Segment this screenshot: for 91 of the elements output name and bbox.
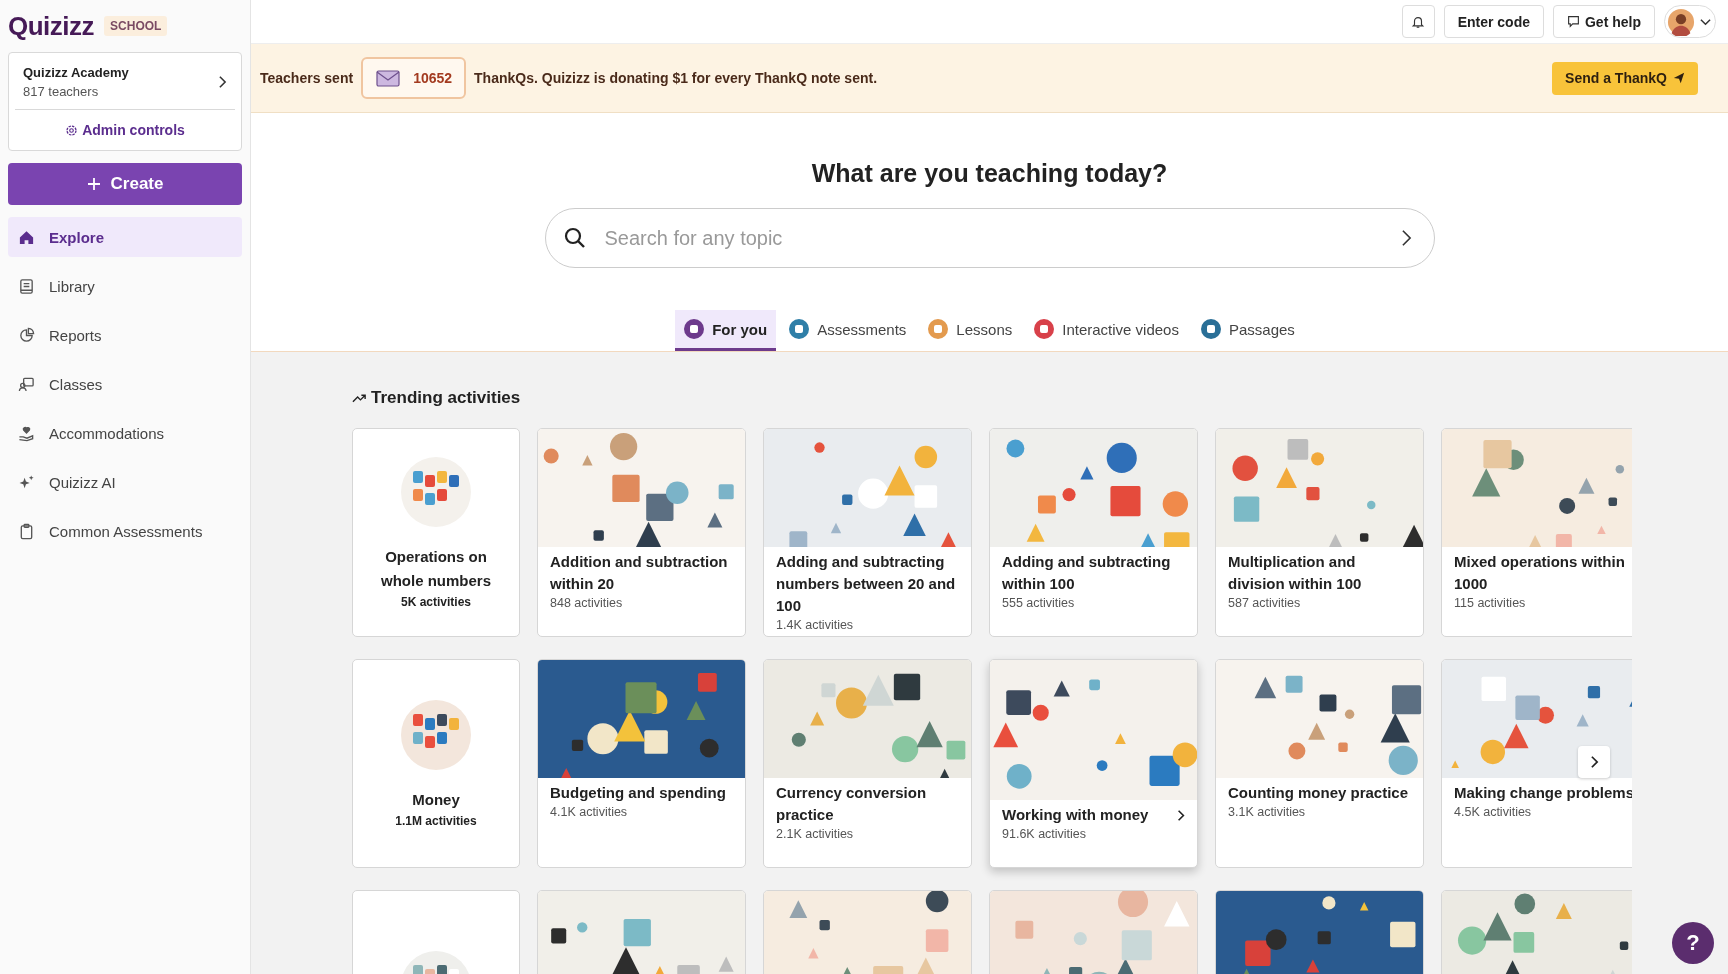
activity-title: Adding and subtracting numbers between 20 and 100 — [776, 552, 957, 616]
activity-card[interactable]: Money 1.1M activities — [352, 659, 520, 868]
topic-title: Operations on whole numbers — [380, 546, 492, 591]
send-thankq-button[interactable]: Send a ThankQ — [1552, 61, 1698, 95]
activity-card[interactable]: Multiplication and division within 100 587 activities — [1215, 428, 1424, 637]
tab-icon — [1200, 319, 1221, 339]
activity-count: 3.1K activities — [1228, 805, 1307, 819]
activity-card[interactable]: Counting money practice 3.1K activities — [1215, 659, 1424, 868]
chevron-right-icon — [218, 75, 227, 89]
activity-count: 5K activities — [400, 594, 471, 609]
sidebar-item[interactable]: Quizizz AI — [8, 462, 242, 502]
tab-icon — [928, 319, 949, 339]
activity-card[interactable]: Adding and subtracting within 100 555 activities — [989, 428, 1198, 637]
activity-count: 848 activities — [550, 596, 624, 610]
activity-card[interactable]: Operations on whole numbers 5K activities — [352, 428, 520, 637]
page-heading: What are you teaching today? — [811, 159, 1168, 188]
next-button[interactable] — [1578, 746, 1610, 778]
chevron-right-icon — [1400, 229, 1412, 247]
bell-icon — [1411, 14, 1426, 29]
activity-card[interactable]: Working with money 91.6K activities — [989, 659, 1198, 868]
activity-count: 555 activities — [1002, 596, 1076, 610]
tab[interactable]: Interactive videos — [1025, 310, 1188, 351]
activity-count: 1.4K activities — [776, 618, 855, 632]
caret-down-icon — [1700, 17, 1711, 26]
plan-badge: SCHOOL — [104, 16, 168, 36]
sidebar-item[interactable]: Reports — [8, 315, 242, 355]
clipboard-icon — [18, 522, 35, 540]
classroom-icon — [18, 375, 35, 393]
search-field[interactable]: Search for any topic — [602, 225, 1385, 251]
search-icon — [562, 226, 587, 250]
activity-title: Adding and subtracting within 100 — [1002, 552, 1172, 594]
chevron-right-icon — [1177, 808, 1185, 822]
thankq-counter: 10652 — [361, 57, 467, 99]
activity-count: 1.1M activities — [395, 813, 477, 828]
tab-icon — [789, 319, 810, 339]
trending-icon — [352, 393, 367, 403]
topic-title: Money — [412, 789, 460, 810]
member-count: 817 teachers — [23, 84, 100, 99]
sidebar-item[interactable]: Explore — [8, 217, 242, 257]
activity-title: Multiplication and division within 100 — [1228, 552, 1363, 594]
activity-title: Budgeting and spending — [550, 783, 726, 803]
sidebar-item[interactable]: Classes — [8, 364, 242, 404]
organization-name: Quizizz Academy — [23, 65, 129, 80]
activity-count: 2.1K activities — [776, 827, 855, 841]
send-icon — [1673, 72, 1685, 84]
settings-icon — [65, 123, 79, 137]
plus-icon — [86, 177, 101, 191]
activity-title: Currency conversion practice — [776, 783, 928, 825]
heart-hand-icon — [18, 424, 35, 442]
avatar-icon — [1667, 7, 1695, 36]
activity-title: Mixed operations within 1000 — [1454, 552, 1626, 594]
activity-count: 91.6K activities — [1002, 827, 1088, 841]
organization-switcher[interactable]: Quizizz Academy 817 teachers — [15, 53, 235, 110]
tab[interactable]: Assessments — [780, 310, 916, 351]
toolbar-button[interactable]: Enter code — [1443, 5, 1544, 38]
home-icon — [18, 228, 35, 246]
sidebar-item[interactable]: Accommodations — [8, 413, 242, 453]
tab-icon — [684, 319, 705, 339]
tab[interactable]: Lessons — [919, 310, 1022, 351]
toolbar-button[interactable]: Get help — [1553, 5, 1655, 38]
activity-count: 587 activities — [1228, 596, 1302, 610]
activity-title: Counting money practice — [1228, 783, 1409, 803]
sparkle-icon — [18, 473, 35, 491]
activity-card[interactable]: Addition and subtraction within 20 848 activities — [537, 428, 746, 637]
logo[interactable]: Quizizz — [8, 10, 95, 42]
banner-text: Teachers sent — [260, 70, 354, 86]
pie-chart-icon — [18, 326, 35, 344]
activity-card[interactable]: Currency conversion practice 2.1K activities — [763, 659, 972, 868]
activity-count: 115 activities — [1454, 596, 1527, 610]
admin-controls-link[interactable]: Admin controls — [15, 110, 235, 150]
activity-card[interactable]: Adding and subtracting numbers between 20 and 100 1.4K activities — [763, 428, 972, 637]
notifications-button[interactable] — [1401, 5, 1435, 38]
sidebar-item[interactable]: Common Assessments — [8, 511, 242, 551]
banner-message: ThankQs. Quizizz is donating $1 for every ThankQ note sent. — [474, 70, 879, 86]
book-icon — [18, 277, 35, 295]
activity-card[interactable]: Budgeting and spending 4.1K activities — [537, 659, 746, 868]
account-menu[interactable] — [1664, 5, 1716, 38]
tab[interactable]: Passages — [1191, 310, 1304, 351]
activity-title: Addition and subtraction within 20 — [550, 552, 729, 594]
activity-title: Working with money — [1002, 805, 1149, 825]
create-button[interactable]: Create — [8, 163, 242, 205]
activity-count: 4.5K activities — [1454, 805, 1533, 819]
chevron-right-icon — [1589, 755, 1599, 769]
tab-icon — [1034, 319, 1055, 339]
help-chat-icon — [1567, 15, 1580, 28]
section-title: Trending activities — [371, 388, 521, 408]
activity-count: 4.1K activities — [550, 805, 629, 819]
activity-card[interactable]: Mixed operations within 1000 115 activities — [1441, 428, 1632, 637]
tab[interactable]: For you — [675, 310, 777, 351]
sidebar-item[interactable]: Library — [8, 266, 242, 306]
envelope-icon — [375, 68, 402, 88]
